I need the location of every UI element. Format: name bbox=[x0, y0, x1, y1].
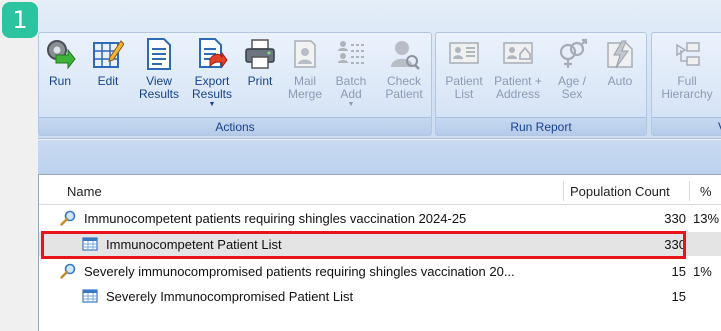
full-hierarchy-button[interactable]: Full Hierarchy bbox=[656, 37, 718, 101]
patient-list-table-icon bbox=[82, 289, 98, 303]
mail-merge-button[interactable]: Mail Merge bbox=[285, 37, 325, 101]
patient-list-table-icon bbox=[82, 237, 98, 251]
edit-label: Edit bbox=[97, 74, 119, 88]
patient-list-button[interactable]: Patient List bbox=[442, 37, 486, 101]
row-name: Immunocompetent patients requiring shing… bbox=[84, 211, 467, 226]
column-divider[interactable] bbox=[689, 181, 690, 201]
batch-add-label: Batch Add bbox=[335, 74, 367, 101]
row-percent: 1% bbox=[693, 264, 712, 279]
mail-merge-label: Mail Merge bbox=[287, 74, 322, 101]
run-button[interactable]: Run bbox=[45, 37, 76, 88]
column-header-percent[interactable]: % bbox=[700, 184, 712, 199]
chevron-down-icon: ▼ bbox=[208, 101, 216, 108]
age-sex-button[interactable]: Age / Sex bbox=[552, 37, 592, 101]
grid-header: Name Population Count % bbox=[39, 175, 721, 205]
view-group: Full Hierarchy Vie bbox=[651, 32, 721, 136]
age-sex-icon bbox=[559, 38, 588, 68]
check-patient-label: Check Patient bbox=[385, 74, 423, 101]
results-grid: Name Population Count % Immunocompetent … bbox=[38, 174, 721, 331]
ribbon-toolbar: Run Edit View Results Export Results ▼ P… bbox=[38, 0, 721, 139]
printer-icon bbox=[245, 39, 275, 69]
edit-grid-icon bbox=[93, 40, 124, 68]
column-header-population-count[interactable]: Population Count bbox=[570, 184, 670, 199]
table-row[interactable]: Immunocompetent Patient List 330 bbox=[39, 232, 721, 256]
view-results-icon bbox=[147, 38, 171, 70]
actions-group-label: Actions bbox=[39, 117, 431, 135]
batch-add-button[interactable]: Batch Add ▼ bbox=[331, 37, 371, 108]
edit-button[interactable]: Edit bbox=[91, 37, 125, 88]
row-name: Severely immunocompromised patients requ… bbox=[84, 264, 515, 279]
run-report-group: Patient List Patient + Address Age / Sex bbox=[435, 32, 647, 136]
print-label: Print bbox=[247, 74, 273, 88]
magnifier-search-icon bbox=[60, 210, 76, 226]
actions-group: Run Edit View Results Export Results ▼ P… bbox=[38, 32, 432, 136]
chevron-down-icon: ▼ bbox=[347, 101, 355, 108]
export-results-button[interactable]: Export Results ▼ bbox=[189, 37, 235, 108]
step-number-badge: 1 bbox=[2, 2, 38, 38]
export-results-icon bbox=[199, 38, 228, 69]
full-hierarchy-label: Full Hierarchy bbox=[661, 74, 713, 101]
column-header-name[interactable]: Name bbox=[67, 184, 102, 199]
patient-address-button[interactable]: Patient + Address bbox=[490, 37, 546, 101]
print-button[interactable]: Print bbox=[243, 37, 277, 88]
export-results-label: Export Results bbox=[191, 74, 232, 101]
ribbon-separator-strip bbox=[38, 140, 721, 174]
row-population-count: 15 bbox=[671, 264, 686, 279]
patient-list-icon bbox=[449, 42, 479, 64]
magnifier-search-icon bbox=[60, 263, 76, 279]
row-population-count: 330 bbox=[664, 211, 686, 226]
row-percent: 13% bbox=[693, 211, 720, 226]
view-group-label: Vie bbox=[652, 117, 721, 135]
auto-label: Auto bbox=[607, 74, 633, 88]
table-row[interactable]: Immunocompetent patients requiring shing… bbox=[39, 206, 721, 230]
batch-add-icon bbox=[338, 41, 365, 64]
run-gear-icon bbox=[47, 40, 76, 70]
check-patient-icon bbox=[391, 41, 420, 70]
auto-button[interactable]: Auto bbox=[600, 37, 640, 88]
patient-address-label: Patient + Address bbox=[494, 74, 542, 101]
patient-list-label: Patient List bbox=[445, 74, 483, 101]
mail-merge-icon bbox=[294, 40, 316, 68]
view-results-label: View Results bbox=[138, 74, 179, 101]
column-divider[interactable] bbox=[563, 181, 564, 201]
check-patient-button[interactable]: Check Patient bbox=[381, 37, 427, 101]
patient-address-icon bbox=[503, 42, 533, 64]
row-population-count: 15 bbox=[671, 289, 686, 304]
view-results-button[interactable]: View Results bbox=[135, 37, 183, 101]
age-sex-label: Age / Sex bbox=[557, 74, 587, 101]
run-report-group-label: Run Report bbox=[436, 117, 646, 135]
table-row[interactable]: Severely Immunocompromised Patient List … bbox=[39, 284, 721, 308]
row-name: Severely Immunocompromised Patient List bbox=[106, 289, 354, 304]
table-row[interactable]: Severely immunocompromised patients requ… bbox=[39, 259, 721, 283]
full-hierarchy-icon bbox=[676, 42, 700, 66]
auto-report-icon bbox=[607, 40, 633, 69]
row-population-count: 330 bbox=[664, 237, 686, 252]
run-label: Run bbox=[48, 74, 71, 88]
row-name: Immunocompetent Patient List bbox=[106, 237, 282, 252]
